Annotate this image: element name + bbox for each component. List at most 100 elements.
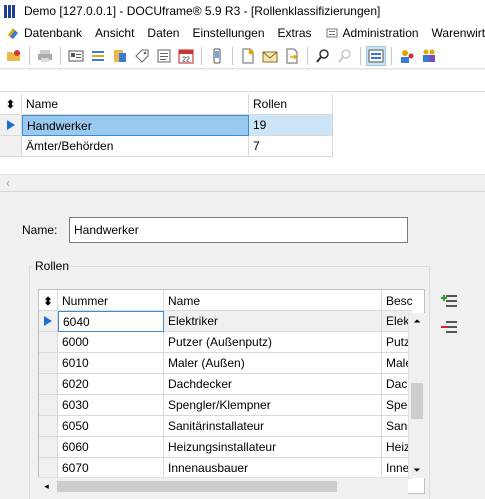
row-indicator: [39, 395, 58, 416]
address-card-icon[interactable]: [66, 46, 86, 66]
menu-ansicht[interactable]: Ansicht: [89, 22, 141, 43]
menu-einstellungen[interactable]: Einstellungen: [186, 22, 271, 43]
scroll-left-icon[interactable]: ◂: [38, 478, 55, 495]
row-indicator: [39, 332, 58, 353]
table-row[interactable]: 6020 Dachdecker Dachdecker: [39, 374, 424, 395]
cell-number[interactable]: 6050: [58, 416, 164, 437]
scroll-left-icon[interactable]: ‹: [6, 176, 10, 190]
row-indicator: [39, 437, 58, 458]
toolbar: 22: [0, 43, 485, 69]
menu-extras[interactable]: Extras: [272, 22, 319, 43]
toolbar-separator: [391, 46, 392, 65]
menu-datenbank[interactable]: Datenbank: [0, 22, 89, 43]
table-row[interactable]: 6010 Maler (Außen) Maler: [39, 353, 424, 374]
cell-name[interactable]: Putzer (Außenputz): [164, 332, 382, 353]
menu-bar: Datenbank Ansicht Daten Einstellungen Ex…: [0, 22, 485, 43]
cell-roles[interactable]: 19: [249, 115, 333, 136]
column-header-name[interactable]: Name: [164, 290, 382, 311]
cell-number[interactable]: 6000: [58, 332, 164, 353]
cell-number[interactable]: 6070: [58, 458, 164, 479]
row-indicator: [39, 353, 58, 374]
row-indicator: [39, 374, 58, 395]
table-row[interactable]: 6070 Innenausbauer Innen: [39, 458, 424, 479]
mail-icon[interactable]: [260, 46, 280, 66]
notes-icon[interactable]: [154, 46, 174, 66]
menu-warenwirtschaft-label: Warenwirtschaft: [431, 25, 485, 40]
scroll-thumb[interactable]: [411, 383, 423, 419]
cell-number[interactable]: 6060: [58, 437, 164, 458]
name-field[interactable]: Handwerker: [69, 217, 408, 243]
menu-ansicht-label: Ansicht: [95, 25, 135, 40]
scroll-top-icon[interactable]: ⏶: [409, 313, 425, 329]
cell-number[interactable]: 6040: [58, 311, 164, 332]
list-edit-icon[interactable]: [88, 46, 108, 66]
table-row[interactable]: Handwerker 19: [0, 115, 333, 136]
add-role-button[interactable]: [440, 291, 460, 311]
cell-name[interactable]: Maler (Außen): [164, 353, 382, 374]
table-row[interactable]: 6040 Elektriker Elektriker: [39, 311, 424, 332]
cell-name[interactable]: Innenausbauer: [164, 458, 382, 479]
grid-header: ⬍ Nummer Name Beschreibung: [39, 290, 424, 311]
cell-name[interactable]: Heizungsinstallateur: [164, 437, 382, 458]
toolbar-separator: [360, 46, 361, 65]
user-icon[interactable]: [397, 46, 417, 66]
cell-name[interactable]: Ämter/Behörden: [22, 136, 249, 157]
name-label: Name:: [22, 223, 58, 237]
cell-name[interactable]: Spengler/Klempner: [164, 395, 382, 416]
vertical-scrollbar[interactable]: ⏶ ⏷: [408, 313, 425, 478]
cell-name[interactable]: Elektriker: [164, 311, 382, 332]
table-row[interactable]: 6000 Putzer (Außenputz) Putzer: [39, 332, 424, 353]
cell-name[interactable]: Dachdecker: [164, 374, 382, 395]
document-folder-icon[interactable]: [110, 46, 130, 66]
horizontal-scrollbar[interactable]: ◂: [38, 477, 408, 494]
form-view-icon[interactable]: [366, 45, 386, 66]
phone-icon[interactable]: [207, 46, 227, 66]
menu-administration-label: Administration: [342, 25, 419, 40]
sort-toggle-icon[interactable]: ⬍: [0, 94, 22, 115]
print-icon[interactable]: [35, 46, 55, 66]
sort-toggle-icon[interactable]: ⬍: [39, 290, 58, 311]
classification-grid: ⬍ Name Rollen Handwerker 19 Ämter/Behörd…: [0, 94, 333, 157]
cell-name[interactable]: Sanitärinstallateur: [164, 416, 382, 437]
column-header-name[interactable]: Name: [22, 94, 249, 115]
scroll-thumb[interactable]: [57, 480, 337, 492]
table-row[interactable]: 6030 Spengler/Klempner Spengler: [39, 395, 424, 416]
database-menu-icon: [6, 26, 20, 40]
table-row[interactable]: 6050 Sanitärinstallateur Sanitär: [39, 416, 424, 437]
tag-icon[interactable]: [132, 46, 152, 66]
cell-roles[interactable]: 7: [249, 136, 333, 157]
menu-daten[interactable]: Daten: [141, 22, 186, 43]
menu-administration[interactable]: Administration: [319, 22, 426, 43]
table-row[interactable]: Ämter/Behörden 7: [0, 136, 333, 157]
menu-einstellungen-label: Einstellungen: [192, 25, 265, 40]
horizontal-scrollbar[interactable]: ‹: [0, 174, 485, 191]
splitter[interactable]: [0, 191, 485, 198]
current-row-indicator-icon: [39, 311, 58, 332]
column-header-description[interactable]: Beschreibung: [382, 290, 412, 311]
toolbar-separator: [307, 46, 308, 65]
menu-warenwirtschaft[interactable]: Warenwirtschaft: [426, 22, 485, 43]
calendar-icon[interactable]: 22: [176, 46, 196, 66]
cell-number[interactable]: 6020: [58, 374, 164, 395]
table-row[interactable]: 6060 Heizungsinstallateur Heizung: [39, 437, 424, 458]
add-icon: [441, 295, 457, 307]
cell-number[interactable]: 6010: [58, 353, 164, 374]
document-new-icon[interactable]: [238, 46, 258, 66]
toolbar-separator: [29, 46, 30, 65]
menu-daten-label: Daten: [147, 25, 180, 40]
users-icon[interactable]: [419, 46, 439, 66]
cell-name[interactable]: Handwerker: [22, 115, 249, 136]
export-icon[interactable]: [282, 46, 302, 66]
search-disabled-icon[interactable]: [335, 46, 355, 66]
cell-number[interactable]: 6030: [58, 395, 164, 416]
admin-menu-icon: [325, 26, 339, 40]
toolbar-separator: [60, 46, 61, 65]
search-icon[interactable]: [313, 46, 333, 66]
column-header-number[interactable]: Nummer: [58, 290, 164, 311]
new-folder-icon[interactable]: [4, 46, 24, 66]
column-header-roles[interactable]: Rollen: [249, 94, 333, 115]
app-icon: [4, 4, 18, 18]
scroll-down-icon[interactable]: ⏷: [409, 462, 425, 478]
remove-role-button[interactable]: [440, 317, 460, 337]
toolbar-separator: [201, 46, 202, 65]
